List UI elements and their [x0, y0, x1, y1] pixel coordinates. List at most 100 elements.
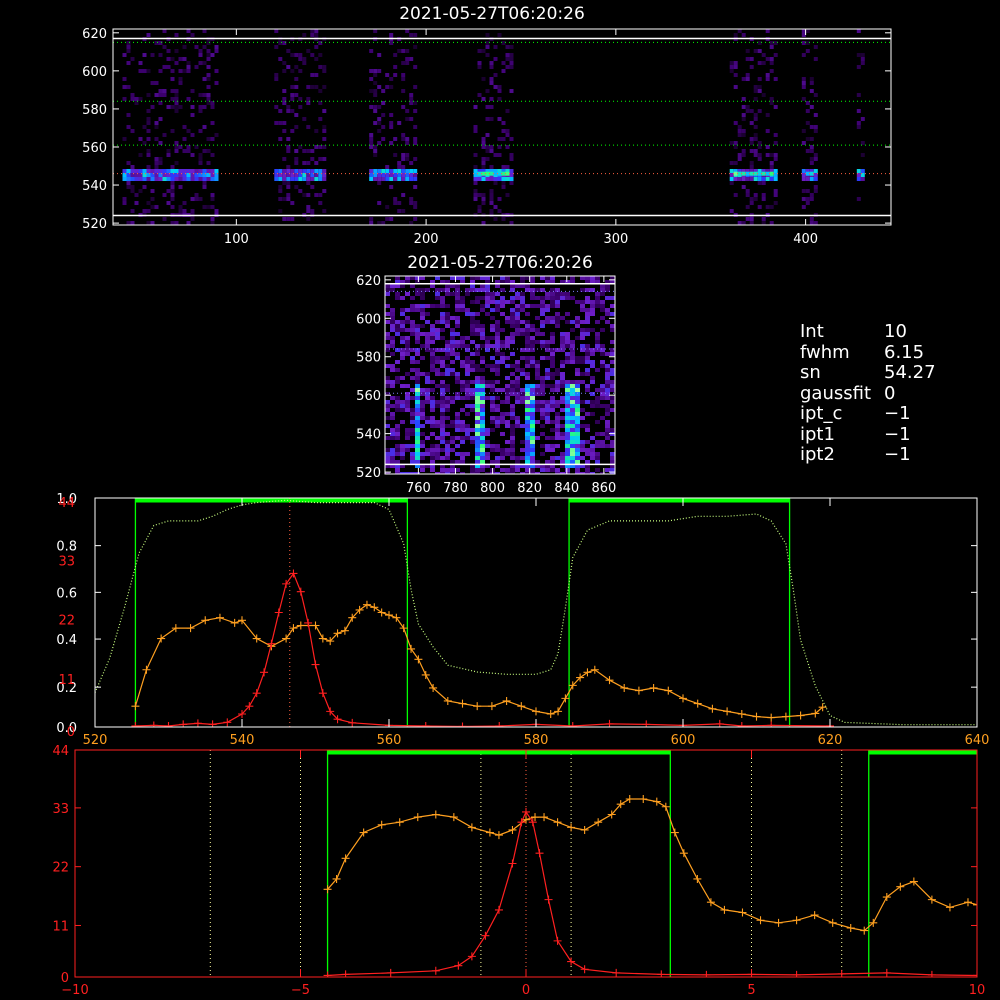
- heatmap-pixel: [170, 77, 175, 81]
- heatmap-pixel: [162, 177, 167, 181]
- heatmap-pixel: [475, 448, 480, 452]
- heatmap-pixel: [186, 129, 191, 133]
- heatmap-pixel: [435, 420, 440, 424]
- heatmap-pixel: [575, 440, 580, 444]
- heatmap-pixel: [809, 161, 814, 165]
- heatmap-pixel: [206, 57, 211, 61]
- heatmap-pixel: [745, 193, 750, 197]
- heatmap-pixel: [555, 384, 560, 388]
- heatmap-pixel: [318, 65, 323, 69]
- heatmap-pixel: [729, 181, 734, 185]
- heatmap-pixel: [178, 185, 183, 189]
- x-tick-label: 520: [83, 733, 108, 748]
- orange-profile-point: [399, 624, 408, 633]
- heatmap-pixel: [477, 171, 482, 176]
- heatmap-pixel: [729, 169, 734, 173]
- heatmap-pixel: [510, 380, 515, 384]
- heatmap-pixel: [430, 400, 435, 404]
- heatmap-pixel: [545, 448, 550, 452]
- heatmap-pixel: [170, 169, 175, 173]
- orange-profile-point: [620, 683, 629, 692]
- heatmap-pixel: [590, 304, 595, 308]
- heatmap-pixel: [373, 81, 378, 85]
- heatmap-pixel: [610, 328, 615, 332]
- heatmap-pixel: [480, 376, 485, 380]
- heatmap-pixel: [575, 404, 580, 408]
- heatmap-pixel: [393, 153, 398, 157]
- heatmap-pixel: [186, 169, 191, 173]
- heatmap-pixel: [600, 404, 605, 408]
- heatmap-pixel: [475, 320, 480, 324]
- orange-profile-point: [652, 797, 661, 806]
- heatmap-pixel: [485, 149, 490, 153]
- heatmap-pixel: [465, 356, 470, 360]
- heatmap-pixel: [520, 400, 525, 404]
- heatmap-pixel: [489, 117, 494, 121]
- heatmap-pixel: [497, 145, 502, 149]
- heatmap-pixel: [470, 276, 475, 280]
- heatmap-pixel: [765, 57, 770, 61]
- heatmap-pixel: [475, 312, 480, 316]
- heatmap-pixel: [480, 456, 485, 460]
- heatmap-pixel: [485, 344, 490, 348]
- heatmap-pixel: [395, 460, 400, 464]
- heatmap-pixel: [545, 408, 550, 412]
- heatmap-pixel: [206, 161, 211, 165]
- red-profile-point: [467, 952, 476, 961]
- heatmap-pixel: [540, 424, 545, 428]
- heatmap-pixel: [530, 292, 535, 296]
- heatmap-pixel: [570, 388, 575, 392]
- heatmap-pixel: [377, 105, 382, 109]
- heatmap-pixel: [174, 221, 179, 225]
- heatmap-pixel: [290, 93, 295, 97]
- heatmap-pixel: [590, 312, 595, 316]
- heatmap-pixel: [415, 444, 420, 448]
- heatmap-pixel: [757, 89, 762, 93]
- heatmap-pixel: [401, 105, 406, 109]
- heatmap-pixel: [420, 408, 425, 412]
- heatmap-pixel: [302, 117, 307, 121]
- heatmap-pixel: [809, 81, 814, 85]
- heatmap-pixel: [585, 440, 590, 444]
- orange-profile-point: [540, 813, 549, 822]
- heatmap-pixel: [420, 324, 425, 328]
- heatmap-pixel: [575, 452, 580, 456]
- heatmap-pixel: [595, 320, 600, 324]
- heatmap-pixel: [505, 388, 510, 392]
- heatmap-pixel: [298, 145, 303, 149]
- heatmap-pixel: [405, 49, 410, 53]
- heatmap-pixel: [813, 153, 818, 157]
- heatmap-pixel: [126, 221, 131, 225]
- y-tick-label: 580: [82, 103, 107, 118]
- heatmap-pixel: [605, 368, 610, 372]
- heatmap-pixel: [425, 336, 430, 340]
- heatmap-pixel: [435, 336, 440, 340]
- heatmap-pixel: [460, 424, 465, 428]
- heatmap-pixel: [130, 169, 135, 173]
- heatmap-pixel: [575, 316, 580, 320]
- heatmap-pixel: [510, 412, 515, 416]
- heatmap-pixel: [565, 460, 570, 464]
- heatmap-pixel: [590, 360, 595, 364]
- heatmap-pixel: [122, 197, 127, 201]
- heatmap-pixel: [540, 408, 545, 412]
- x-tick-label: 760: [406, 481, 431, 496]
- heatmap-pixel: [405, 57, 410, 61]
- heatmap-pixel: [150, 177, 155, 181]
- heatmap-pixel: [505, 65, 510, 69]
- heatmap-pixel: [769, 57, 774, 61]
- heatmap-pixel: [489, 97, 494, 101]
- heatmap-pixel: [154, 157, 159, 161]
- red-profile-point: [274, 608, 283, 617]
- heatmap-pixel: [753, 125, 758, 129]
- heatmap-pixel: [490, 428, 495, 432]
- heatmap-pixel: [550, 404, 555, 408]
- heatmap-pixel: [485, 45, 490, 49]
- heatmap-pixel: [545, 400, 550, 404]
- heatmap-pixel: [509, 177, 514, 181]
- heatmap-pixel: [435, 448, 440, 452]
- heatmap-pixel: [575, 300, 580, 304]
- heatmap-pixel: [198, 169, 203, 173]
- heatmap-pixel: [473, 165, 478, 169]
- heatmap-pixel: [525, 304, 530, 308]
